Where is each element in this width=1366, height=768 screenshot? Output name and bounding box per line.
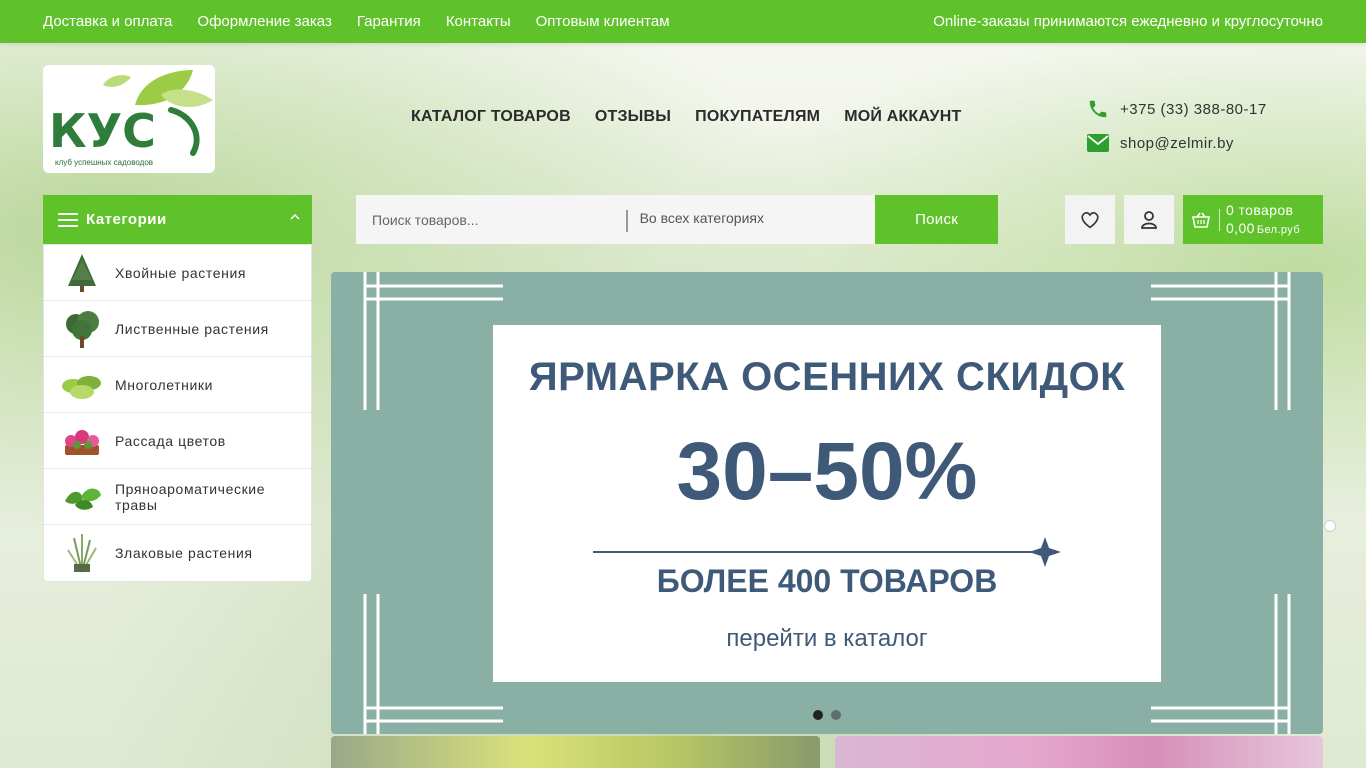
email-row[interactable]: shop@zelmir.by — [1087, 126, 1267, 160]
category-label: Пряноароматические травы — [115, 480, 266, 513]
category-label: Злаковые растения — [115, 545, 253, 561]
banner-discount: 30–50% — [676, 426, 978, 517]
slider-dot-2[interactable] — [831, 710, 841, 720]
wishlist-button[interactable] — [1065, 195, 1115, 244]
main-nav: КАТАЛОГ ТОВАРОВ ОТЗЫВЫ ПОКУПАТЕЛЯМ МОЙ А… — [411, 108, 985, 126]
categories-title: Категории — [86, 211, 167, 228]
category-item-seedlings[interactable]: Рассада цветов — [44, 413, 311, 469]
hosta-thumb — [60, 363, 104, 407]
category-item-herbs[interactable]: Пряноароматические травы — [44, 469, 311, 525]
account-button[interactable] — [1124, 195, 1174, 244]
conifer-thumb — [60, 251, 104, 295]
promo-tile-lily[interactable] — [331, 736, 820, 768]
cart-button[interactable]: 0 товаров 0,00 Бел.руб — [1183, 195, 1323, 244]
search-input[interactable] — [356, 195, 626, 244]
top-notice: Online-заказы принимаются ежедневно и кр… — [933, 13, 1323, 30]
cart-currency: Бел.руб — [1256, 223, 1301, 236]
cart-summary: 0 товаров 0,00 Бел.руб — [1226, 201, 1300, 239]
category-item-perennials[interactable]: Многолетники — [44, 357, 311, 413]
top-link-warranty[interactable]: Гарантия — [357, 13, 421, 30]
slider-dot-1[interactable] — [813, 710, 823, 720]
category-label: Хвойные растения — [115, 264, 247, 281]
cart-divider — [1219, 208, 1220, 231]
phone-icon — [1087, 98, 1109, 120]
header-contacts: +375 (33) 388-80-17 shop@zelmir.by — [1087, 92, 1267, 160]
grass-thumb — [60, 531, 104, 575]
search-button[interactable]: Поиск — [875, 195, 998, 244]
email-address: shop@zelmir.by — [1120, 134, 1234, 152]
nav-catalog[interactable]: КАТАЛОГ ТОВАРОВ — [411, 108, 571, 126]
banner-subtitle: БОЛЕЕ 400 ТОВАРОВ — [656, 563, 998, 599]
chevron-up-icon — [290, 213, 300, 220]
search-category-select[interactable]: Во всех категориях — [628, 195, 876, 244]
menu-icon — [58, 212, 78, 227]
category-item-deciduous[interactable]: Лиственные растения — [44, 301, 311, 357]
phone-row[interactable]: +375 (33) 388-80-17 — [1087, 92, 1267, 126]
basket-icon — [1183, 212, 1219, 228]
nav-account[interactable]: МОЙ АККАУНТ — [844, 108, 961, 126]
search-bar: Во всех категориях Поиск — [356, 195, 998, 244]
site-logo[interactable]: КУС клуб успешных садоводов — [43, 65, 215, 173]
scroll-indicator[interactable] — [1324, 520, 1336, 532]
user-icon — [1141, 210, 1157, 229]
heart-icon — [1081, 211, 1099, 228]
category-item-conifers[interactable]: Хвойные растения — [44, 245, 311, 301]
category-label: Рассада цветов — [115, 432, 226, 449]
cart-total-row: 0,00 Бел.руб — [1226, 219, 1300, 239]
slider-dots — [813, 710, 849, 720]
banner-title: ЯРМАРКА ОСЕННИХ СКИДОК — [528, 355, 1126, 399]
herb-thumb — [60, 475, 104, 519]
cart-total: 0,00 — [1226, 219, 1255, 236]
tree-thumb — [60, 307, 104, 351]
top-link-delivery[interactable]: Доставка и оплата — [43, 13, 172, 30]
nav-reviews[interactable]: ОТЗЫВЫ — [595, 108, 671, 126]
nav-buyers[interactable]: ПОКУПАТЕЛЯМ — [695, 108, 820, 126]
top-link-order[interactable]: Оформление заказ — [197, 13, 331, 30]
phone-number: +375 (33) 388-80-17 — [1120, 100, 1267, 118]
top-links: Доставка и оплата Оформление заказ Гаран… — [43, 0, 695, 43]
top-link-wholesale[interactable]: Оптовым клиентам — [536, 13, 670, 30]
promo-tile-echinacea[interactable] — [835, 736, 1323, 768]
category-item-grasses[interactable]: Злаковые растения — [44, 525, 311, 581]
cart-count: 0 товаров — [1226, 201, 1294, 218]
categories-list: Хвойные растения Лиственные растения Мно… — [43, 244, 312, 582]
top-bar: Доставка и оплата Оформление заказ Гаран… — [0, 0, 1366, 43]
banner-card: ЯРМАРКА ОСЕННИХ СКИДОК 30–50% БОЛЕЕ 400 … — [493, 325, 1161, 682]
flower-thumb — [60, 419, 104, 463]
category-label: Многолетники — [115, 376, 214, 393]
svg-text:КУС: КУС — [49, 104, 156, 158]
hero-banner[interactable]: ЯРМАРКА ОСЕННИХ СКИДОК 30–50% БОЛЕЕ 400 … — [331, 272, 1323, 734]
banner-cta[interactable]: перейти в каталог — [493, 625, 1161, 653]
logo-caption: клуб успешных садоводов — [55, 158, 154, 167]
category-label: Лиственные растения — [115, 320, 269, 337]
envelope-icon — [1087, 132, 1109, 154]
top-link-contacts[interactable]: Контакты — [446, 13, 511, 30]
logo-graphic: КУС — [49, 70, 213, 158]
categories-toggle[interactable]: Категории — [43, 195, 312, 244]
